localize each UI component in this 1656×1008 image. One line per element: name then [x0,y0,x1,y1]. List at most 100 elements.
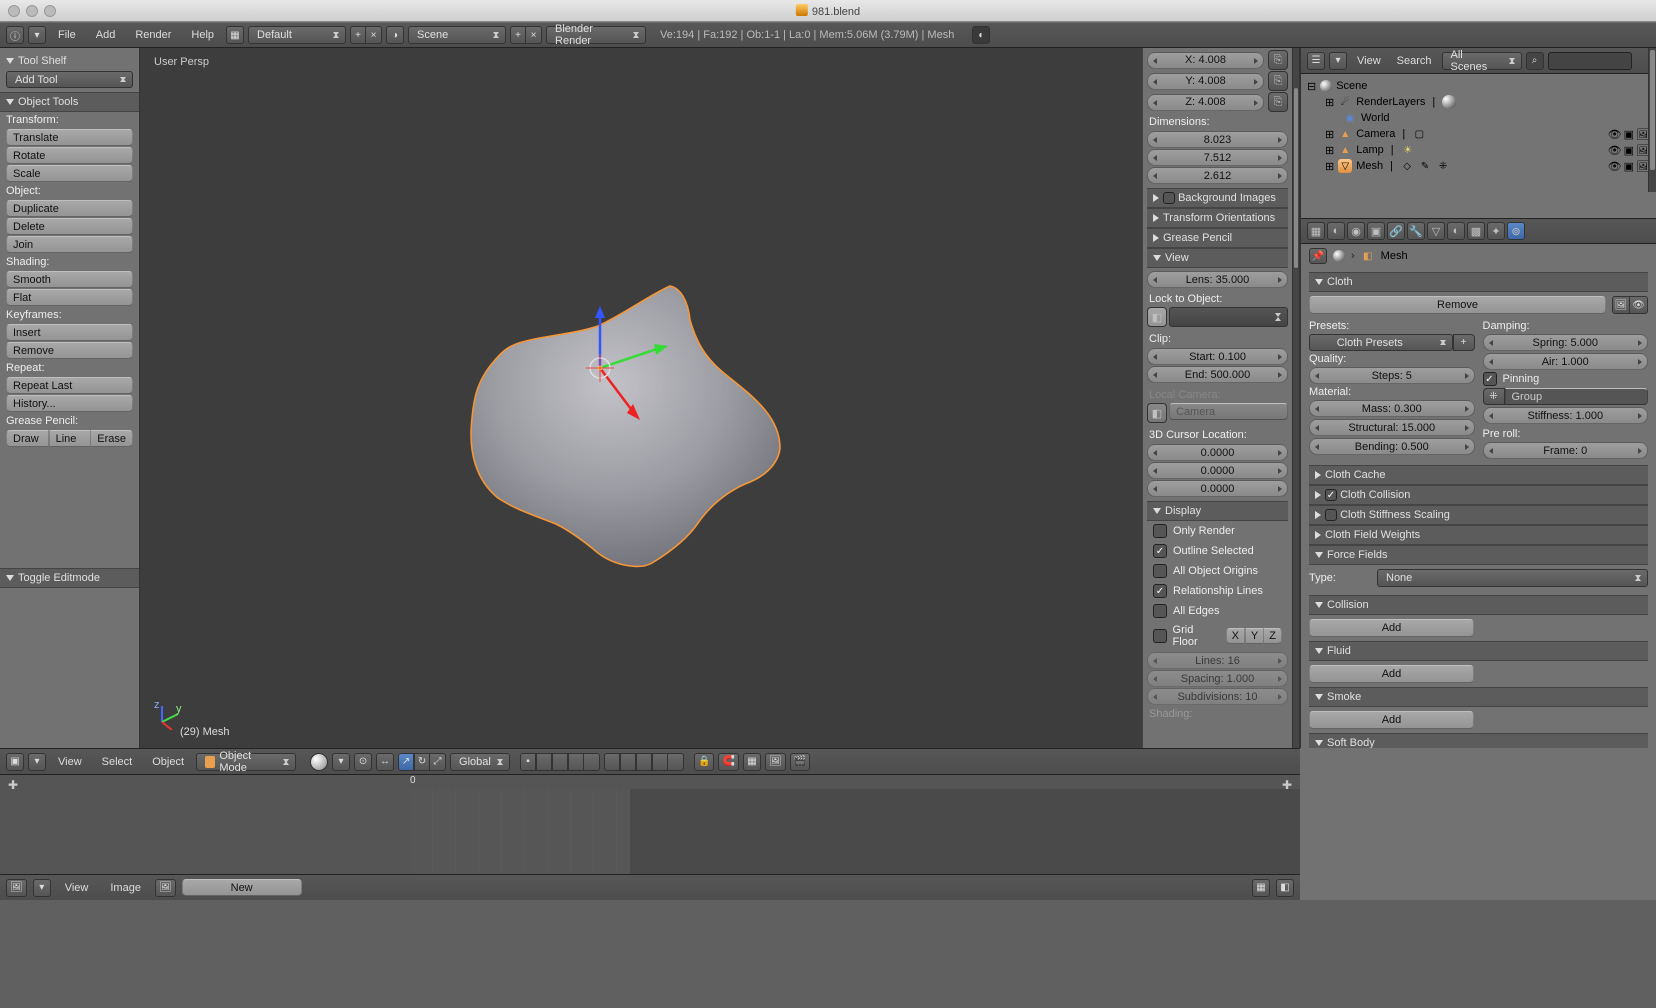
menu-add[interactable]: Add [88,22,124,48]
outliner-search-input[interactable] [1548,52,1632,70]
insert-keyframe-button[interactable]: Insert [6,324,133,341]
lock-scale-y-icon[interactable]: ⎘ [1268,71,1288,91]
prop-tab-world-icon[interactable]: ◉ [1347,222,1365,240]
smooth-button[interactable]: Smooth [6,271,133,288]
cloth-cache-panel[interactable]: Cloth Cache [1325,469,1386,481]
only-render-checkbox[interactable] [1153,524,1167,538]
cloth-collision-panel[interactable]: Cloth Collision [1340,489,1410,501]
cursor-x-field[interactable]: 0.0000 [1147,444,1288,461]
snap-icon[interactable]: 🧲 [718,753,738,771]
tree-lamp[interactable]: Lamp [1356,144,1384,156]
outline-selected-checkbox[interactable]: ✓ [1153,544,1167,558]
object-breadcrumb[interactable]: Mesh [1381,250,1408,262]
menu-file[interactable]: File [50,22,84,48]
scene-browse-icon[interactable]: ◑ [386,26,404,44]
prop-tab-render-icon[interactable]: ▦ [1307,222,1325,240]
pivot-icon[interactable]: ⊙ [354,753,372,771]
camera-browse-icon[interactable]: ◧ [1147,403,1167,423]
vgroup-icon[interactable]: ⁜ [1483,388,1505,405]
grease-pencil-panel[interactable]: Grease Pencil [1163,232,1232,244]
bg-images-panel[interactable]: Background Images [1178,192,1276,204]
rotate-button[interactable]: Rotate [6,147,133,164]
display-panel[interactable]: Display [1165,505,1201,517]
grid-z-button[interactable]: Z [1264,628,1282,644]
object-menu[interactable]: Object [144,749,192,775]
lock-scale-x-icon[interactable]: ⎘ [1268,50,1288,70]
outliner-search-menu[interactable]: Search [1391,48,1438,74]
delete-scene-icon[interactable]: × [526,26,542,44]
view-menu[interactable]: View [50,749,90,775]
mass-field[interactable]: Mass: 0.300 [1309,400,1475,417]
spring-field[interactable]: Spring: 5.000 [1483,334,1649,351]
tree-mesh[interactable]: Mesh [1356,160,1383,172]
repeat-last-button[interactable]: Repeat Last [6,377,133,394]
layer-1-button[interactable]: ▪ [520,753,536,771]
outliner-editor-icon[interactable]: ☰ [1307,52,1325,70]
uv-icon-2[interactable]: ◧ [1276,879,1294,897]
grid-x-button[interactable]: X [1226,628,1245,644]
lock-object-field[interactable] [1169,307,1288,327]
history-button[interactable]: History... [6,395,133,412]
zoom-window-icon[interactable] [44,5,56,17]
gp-erase-button[interactable]: Erase [91,430,133,447]
fluid-add-button[interactable]: Add [1309,665,1474,683]
prop-tab-modifiers-icon[interactable]: 🔧 [1407,222,1425,240]
stiffness-field[interactable]: Stiffness: 1.000 [1483,407,1649,424]
delete-layout-icon[interactable]: × [366,26,382,44]
force-fields-panel[interactable]: Force Fields [1327,549,1388,561]
restrict-view-icon[interactable]: 👁 [1608,128,1622,141]
transform-orient-panel[interactable]: Transform Orientations [1163,212,1275,224]
image-browse-icon[interactable]: 🖼 [155,879,176,897]
flat-button[interactable]: Flat [6,289,133,306]
smoke-panel[interactable]: Smoke [1327,691,1361,703]
outliner-view-menu[interactable]: View [1351,48,1387,74]
delete-button[interactable]: Delete [6,218,133,235]
menu-help[interactable]: Help [183,22,222,48]
pin-group-field[interactable]: Group [1505,388,1649,405]
remove-keyframe-button[interactable]: Remove [6,342,133,359]
image-view-menu[interactable]: View [57,875,97,901]
minimize-window-icon[interactable] [26,5,38,17]
add-tool-dropdown[interactable]: Add Tool [6,71,133,88]
uv-icon-1[interactable]: ▦ [1252,879,1270,897]
collision-add-button[interactable]: Add [1309,619,1474,637]
scale-y-field[interactable]: Y: 4.008 [1147,73,1264,90]
prop-tab-data-icon[interactable]: ▽ [1427,222,1445,240]
add-scene-icon[interactable]: + [510,26,526,44]
snap-element-icon[interactable]: ▦ [743,753,761,771]
view-panel[interactable]: View [1165,252,1189,264]
timeline-editor[interactable]: ✚ ✚ 0 [0,774,1300,874]
structural-field[interactable]: Structural: 15.000 [1309,419,1475,436]
outliner-filter-dropdown[interactable]: All Scenes [1442,52,1522,70]
screen-layout-dropdown[interactable]: Default [248,26,346,44]
lens-field[interactable]: Lens: 35.000 [1147,271,1288,288]
shading-mode-icon[interactable] [310,753,328,771]
render-engine-dropdown[interactable]: Blender Render [546,26,646,44]
editor-type-icon[interactable]: ⓘ [6,26,24,44]
lock-camera-icon[interactable]: 🔒 [694,753,714,771]
tree-world[interactable]: World [1361,112,1390,124]
scale-button[interactable]: Scale [6,165,133,182]
grid-spacing-field[interactable]: Spacing: 1.000 [1147,670,1288,687]
bending-field[interactable]: Bending: 0.500 [1309,438,1475,455]
image-menu[interactable]: Image [102,875,149,901]
prop-tab-particles-icon[interactable]: ✦ [1487,222,1505,240]
translate-button[interactable]: Translate [6,129,133,146]
join-button[interactable]: Join [6,236,133,253]
rotate-manip-icon[interactable]: ↻ [414,753,430,771]
image-editor-icon[interactable]: 🖼 [6,879,27,897]
all-origins-checkbox[interactable] [1153,564,1167,578]
shading-dd-icon[interactable]: ▾ [332,753,350,771]
restrict-select-icon[interactable]: ▣ [1624,128,1634,141]
outliner-search-icon[interactable]: ⌕ [1526,52,1544,70]
back-to-previous-icon[interactable]: ▦ [226,26,244,44]
tree-scene[interactable]: Scene [1336,80,1367,92]
all-edges-checkbox[interactable] [1153,604,1167,618]
image-collapse-icon[interactable]: ▾ [33,879,51,897]
pinning-checkbox[interactable]: ✓ [1483,372,1497,386]
close-window-icon[interactable] [8,5,20,17]
outliner-scrollbar[interactable] [1650,50,1655,170]
gp-line-button[interactable]: Line [49,430,92,447]
opengl-render-icon[interactable]: 🖼 [765,753,786,771]
prop-tab-constraints-icon[interactable]: 🔗 [1387,222,1405,240]
